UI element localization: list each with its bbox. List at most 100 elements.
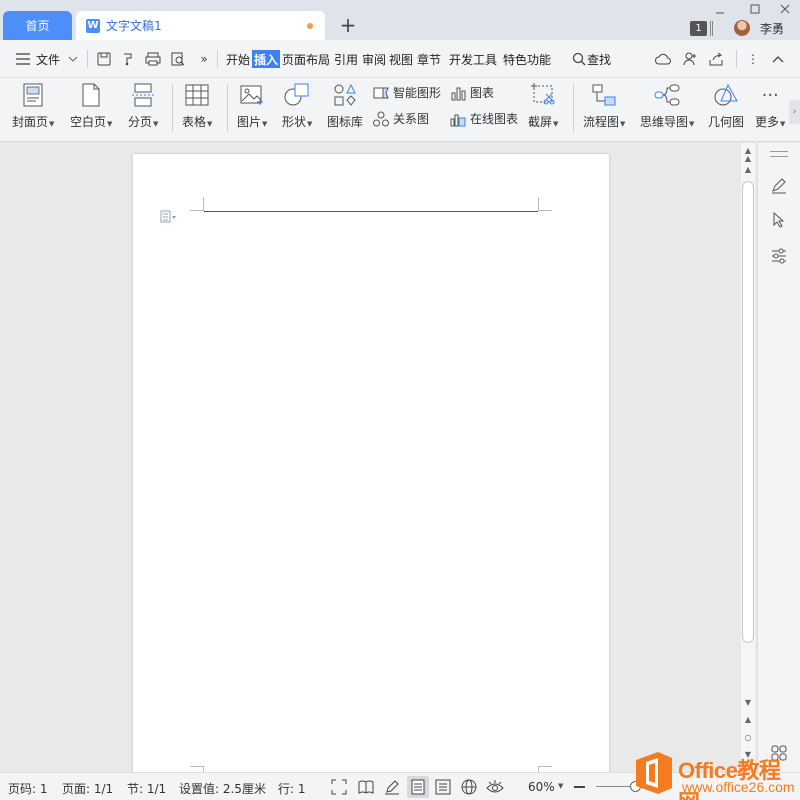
edit-pen-icon[interactable]	[770, 177, 788, 195]
status-section[interactable]: 节: 1/1	[127, 780, 166, 797]
geometry-button[interactable]: 几何图	[708, 82, 744, 130]
page-break-icon	[130, 82, 156, 108]
scrollbar-thumb[interactable]	[742, 181, 754, 643]
status-page-count[interactable]: 页面: 1/1	[62, 780, 113, 797]
blank-page-button[interactable]: 空白页▼	[70, 82, 112, 130]
minimize-icon[interactable]	[709, 1, 731, 17]
mind-map-icon	[654, 82, 680, 108]
icon-library-button[interactable]: 图标库	[327, 82, 363, 130]
fullscreen-icon[interactable]	[331, 779, 347, 795]
cover-page-button[interactable]: 封面页▼	[12, 82, 54, 130]
icon-library-icon	[332, 82, 358, 108]
share-icon[interactable]	[708, 51, 724, 67]
relation-diagram-button[interactable]: 关系图	[373, 110, 429, 127]
window-count-badge[interactable]: 1	[690, 21, 707, 36]
maximize-icon[interactable]	[744, 1, 766, 17]
table-button[interactable]: 表格▼	[182, 82, 212, 130]
geometry-icon	[713, 82, 739, 108]
tab-document[interactable]: W 文字文稿1	[76, 11, 325, 40]
writing-mode-icon[interactable]	[384, 779, 400, 795]
ribbon-divider	[227, 84, 228, 132]
tab-start[interactable]: 开始	[226, 50, 250, 68]
page-view-icon[interactable]	[407, 776, 429, 798]
collapse-ribbon-icon[interactable]	[770, 51, 786, 67]
smartart-button[interactable]: 智能图形	[373, 84, 441, 101]
shape-label: 形状	[282, 115, 307, 129]
chevron-down-icon[interactable]	[65, 51, 81, 67]
select-browse-icon[interactable]: ○	[743, 733, 753, 743]
relation-diagram-label: 关系图	[393, 112, 430, 126]
settings-sliders-icon[interactable]	[770, 247, 788, 265]
chart-button[interactable]: 图表	[450, 84, 494, 101]
tab-view[interactable]: 视图	[389, 50, 413, 68]
more-button[interactable]: ··· 更多▼	[755, 82, 785, 130]
scroll-down-icon[interactable]: ▼	[743, 698, 753, 708]
picture-label: 图片	[237, 115, 262, 129]
more-quick-access-icon[interactable]: »	[196, 51, 212, 67]
more-dots-icon: ···	[761, 84, 779, 106]
file-menu[interactable]: 文件	[36, 50, 60, 68]
menu-bar: 文件 » 开始 插入 页面布局 引用 审阅 视图 章节 开发工具 特色功能 查找…	[0, 40, 800, 78]
document-page[interactable]	[133, 154, 609, 772]
eye-protection-icon[interactable]	[486, 779, 504, 795]
select-cursor-icon[interactable]	[770, 211, 788, 229]
reading-mode-icon[interactable]	[358, 779, 374, 795]
tab-references[interactable]: 引用	[334, 50, 358, 68]
web-view-icon[interactable]	[461, 779, 477, 795]
picture-button[interactable]: 图片▼	[237, 82, 267, 130]
panel-grip-icon[interactable]	[770, 151, 788, 157]
screenshot-button[interactable]: 截屏▼	[528, 82, 558, 130]
user-name[interactable]: 李勇	[760, 20, 784, 37]
save-icon[interactable]	[96, 51, 112, 67]
zoom-level[interactable]: 60%	[528, 780, 555, 794]
smartart-label: 智能图形	[393, 86, 442, 100]
zoom-out-icon[interactable]	[574, 786, 585, 788]
zoom-dropdown-icon[interactable]: ▼	[558, 782, 563, 790]
vertical-scrollbar[interactable]: ▲ ▲ ▲ ▼ ▲ ○ ▼	[741, 143, 755, 772]
cover-page-label: 封面页	[12, 115, 49, 129]
blank-page-label: 空白页	[70, 115, 107, 129]
mind-map-button[interactable]: 思维导图▼	[640, 82, 694, 130]
new-tab-plus-icon[interactable]: +	[337, 13, 359, 37]
format-painter-icon[interactable]	[120, 51, 136, 67]
status-page-number[interactable]: 页码: 1	[8, 780, 48, 797]
ribbon-scroll-right-icon[interactable]: ›	[789, 100, 800, 124]
scroll-up-icon[interactable]: ▲	[743, 165, 753, 175]
status-setting-value[interactable]: 设置值: 2.5厘米	[179, 780, 266, 797]
scroll-top-icon[interactable]: ▲ ▲	[743, 147, 753, 163]
menu-divider	[736, 50, 737, 68]
watermark-url: www.office26.com	[682, 779, 795, 795]
unsaved-dot-icon	[307, 23, 313, 29]
search-icon[interactable]	[571, 51, 587, 67]
tab-home[interactable]: 首页	[3, 11, 72, 40]
more-label: 更多	[755, 115, 780, 129]
print-icon[interactable]	[145, 51, 161, 67]
status-row[interactable]: 行: 1	[278, 780, 306, 797]
outline-view-icon[interactable]	[435, 779, 451, 795]
online-chart-label: 在线图表	[470, 112, 519, 126]
tab-developer[interactable]: 开发工具	[449, 50, 497, 68]
close-window-icon[interactable]	[774, 1, 796, 17]
tab-insert[interactable]: 插入	[252, 50, 281, 68]
search-label[interactable]: 查找	[587, 50, 611, 68]
screenshot-label: 截屏	[528, 115, 553, 129]
prev-page-icon[interactable]: ▲	[743, 715, 753, 725]
menu-divider	[87, 50, 88, 68]
office-logo-icon	[636, 752, 672, 794]
page-break-button[interactable]: 分页▼	[128, 82, 158, 130]
flowchart-icon	[591, 82, 617, 108]
tab-special-features[interactable]: 特色功能	[503, 50, 551, 68]
online-chart-button[interactable]: 在线图表	[450, 110, 518, 127]
tab-sections[interactable]: 章节	[417, 50, 441, 68]
paragraph-doc-icon[interactable]	[160, 210, 176, 223]
flowchart-button[interactable]: 流程图▼	[583, 82, 625, 130]
tab-review[interactable]: 审阅	[362, 50, 386, 68]
cloud-sync-icon[interactable]	[655, 51, 671, 67]
more-options-icon[interactable]: ⋮	[745, 51, 761, 67]
tab-page-layout[interactable]: 页面布局	[282, 50, 330, 68]
print-preview-icon[interactable]	[170, 51, 186, 67]
collaborate-icon[interactable]	[682, 51, 698, 67]
shape-button[interactable]: 形状▼	[282, 82, 312, 130]
avatar[interactable]	[734, 20, 750, 36]
hamburger-menu-icon[interactable]	[15, 51, 31, 67]
